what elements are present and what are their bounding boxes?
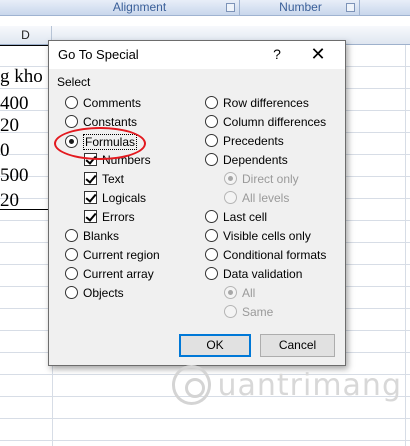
comments-radio[interactable] <box>65 96 78 109</box>
option-same: Same <box>224 303 273 320</box>
option-blanks[interactable]: Blanks <box>65 227 119 244</box>
option-label: Logicals <box>102 190 147 205</box>
option-label: All levels <box>242 190 290 205</box>
watermark-logo-icon <box>172 365 212 405</box>
ribbon-group-number: Number <box>242 0 360 16</box>
option-column-differences[interactable]: Column differences <box>205 113 326 130</box>
option-data-validation[interactable]: Data validation <box>205 265 302 282</box>
option-label: Direct only <box>242 171 299 186</box>
dialog-title: Go To Special <box>58 47 139 62</box>
ribbon-group-alignment: Alignment <box>40 0 240 16</box>
option-current-region[interactable]: Current region <box>65 246 160 263</box>
same-radio <box>224 305 237 318</box>
last-cell-radio[interactable] <box>205 210 218 223</box>
errors-checkbox[interactable] <box>84 210 97 223</box>
table-cell[interactable]: 20 <box>0 191 52 211</box>
option-label: Errors <box>102 209 135 224</box>
option-label: Current region <box>83 247 160 262</box>
option-label: Visible cells only <box>223 228 311 243</box>
excel-ribbon: Alignment Number <box>0 0 410 16</box>
text-checkbox[interactable] <box>84 172 97 185</box>
precedents-radio[interactable] <box>205 134 218 147</box>
option-all-levels: All levels <box>224 189 289 206</box>
option-comments[interactable]: Comments <box>65 94 141 111</box>
data-validation-radio[interactable] <box>205 267 218 280</box>
all-radio <box>224 286 237 299</box>
gridline <box>0 418 410 419</box>
option-label: Data validation <box>223 266 303 281</box>
gridline <box>0 440 410 441</box>
ribbon-group-label: Alignment <box>112 0 167 14</box>
ribbon-group-label: Number <box>279 0 322 14</box>
select-group-label: Select <box>57 75 91 89</box>
all-levels-radio <box>224 191 237 204</box>
table-cell[interactable]: 500 <box>0 166 52 186</box>
option-objects[interactable]: Objects <box>65 284 124 301</box>
option-label: Dependents <box>223 152 288 167</box>
option-errors[interactable]: Errors <box>84 208 135 225</box>
dependents-radio[interactable] <box>205 153 218 166</box>
option-conditional-formats[interactable]: Conditional formats <box>205 246 326 263</box>
visible-cells-only-radio[interactable] <box>205 229 218 242</box>
option-label: Column differences <box>223 114 327 129</box>
option-precedents[interactable]: Precedents <box>205 132 284 149</box>
ok-button[interactable]: OK <box>179 334 251 357</box>
option-label: Last cell <box>223 209 268 224</box>
column-header-d[interactable]: D <box>0 26 52 45</box>
table-cell[interactable]: g kho <box>0 67 52 87</box>
option-label: Precedents <box>223 133 284 148</box>
go-to-special-dialog: Go To Special ? ✕ Select Comments Consta… <box>48 40 346 366</box>
table-cell[interactable]: 0 <box>0 141 52 161</box>
watermark: uantrimang <box>172 360 402 410</box>
option-label: Text <box>102 171 125 186</box>
blanks-radio[interactable] <box>65 229 78 242</box>
option-label: Blanks <box>83 228 120 243</box>
option-label: Current array <box>83 266 154 281</box>
conditional-formats-radio[interactable] <box>205 248 218 261</box>
dialog-launcher-icon[interactable] <box>346 3 355 12</box>
option-last-cell[interactable]: Last cell <box>205 208 267 225</box>
current-region-radio[interactable] <box>65 248 78 261</box>
watermark-text: uantrimang <box>217 367 402 403</box>
objects-radio[interactable] <box>65 286 78 299</box>
option-label: Comments <box>83 95 142 110</box>
option-label: Conditional formats <box>223 247 327 262</box>
row-differences-radio[interactable] <box>205 96 218 109</box>
option-logicals[interactable]: Logicals <box>84 189 146 206</box>
option-text[interactable]: Text <box>84 170 124 187</box>
option-visible-cells-only[interactable]: Visible cells only <box>205 227 311 244</box>
column-differences-radio[interactable] <box>205 115 218 128</box>
help-icon[interactable]: ? <box>268 45 286 63</box>
table-cell[interactable]: 20 <box>0 116 52 136</box>
option-label: Row differences <box>223 95 309 110</box>
gridline <box>405 45 406 446</box>
option-all: All <box>224 284 255 301</box>
dialog-titlebar[interactable]: Go To Special ? ✕ <box>49 41 345 69</box>
direct-only-radio <box>224 172 237 185</box>
annotation-highlight-ellipse <box>54 127 146 160</box>
option-label: Same <box>242 304 274 319</box>
table-cell[interactable]: 400 <box>0 94 52 114</box>
close-icon[interactable]: ✕ <box>308 44 328 64</box>
constants-radio[interactable] <box>65 115 78 128</box>
current-array-radio[interactable] <box>65 267 78 280</box>
logicals-checkbox[interactable] <box>84 191 97 204</box>
option-label: All <box>242 285 256 300</box>
option-label: Objects <box>83 285 124 300</box>
option-current-array[interactable]: Current array <box>65 265 154 282</box>
option-dependents[interactable]: Dependents <box>205 151 288 168</box>
cancel-button[interactable]: Cancel <box>260 334 335 357</box>
option-direct-only: Direct only <box>224 170 299 187</box>
dialog-launcher-icon[interactable] <box>226 3 235 12</box>
option-row-differences[interactable]: Row differences <box>205 94 309 111</box>
